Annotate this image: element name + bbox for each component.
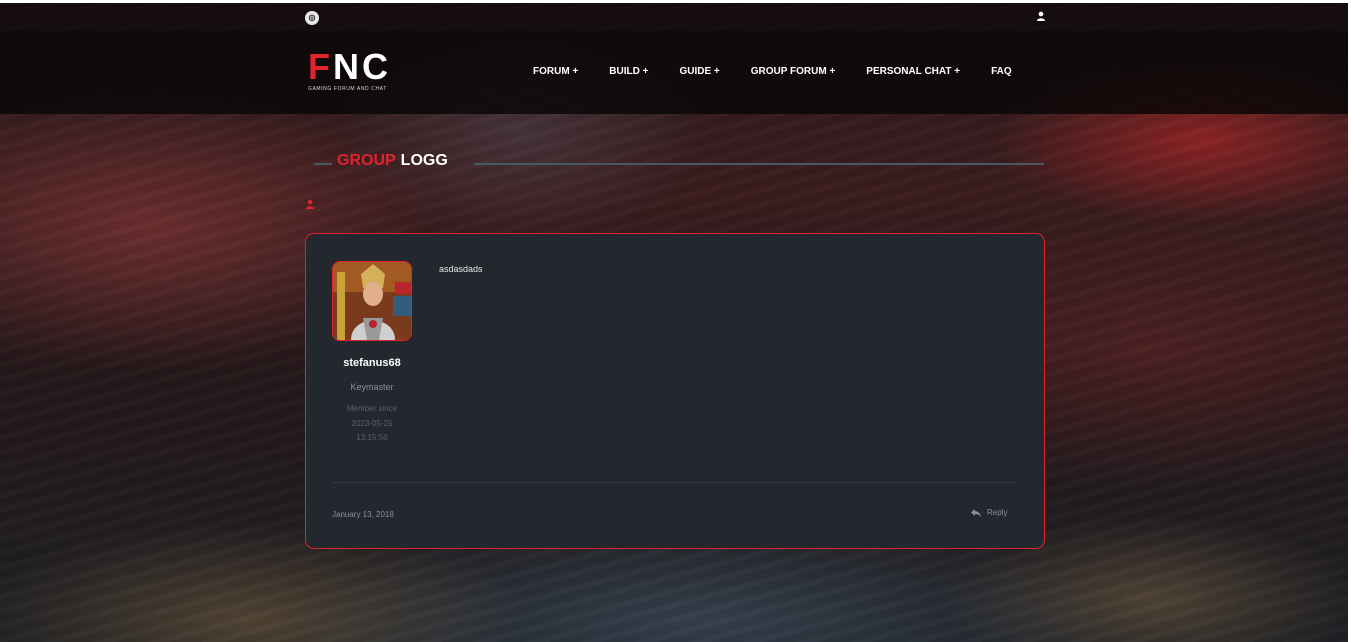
main-nav: FORUM + BUILD + GUIDE + GROUP FORUM + PE… (533, 66, 1012, 77)
page-title-accent: GROUP (337, 152, 396, 169)
post-divider (332, 482, 1016, 483)
site-header: FNC GAMING FORUM AND CHAT FORUM + BUILD … (0, 31, 1348, 114)
post-card: stefanus68 Keymaster Member since 2023-0… (305, 233, 1045, 549)
nav-forum[interactable]: FORUM + (533, 66, 578, 77)
instagram-icon[interactable]: ◎ (305, 11, 319, 25)
author-role: Keymaster (350, 382, 394, 392)
user-icon[interactable] (1036, 11, 1046, 21)
page-title-rest: LOGG (400, 152, 448, 169)
logo-letter-f: F (308, 46, 333, 87)
avatar-image (333, 262, 411, 340)
post-date: January 13, 2018 (332, 510, 394, 519)
nav-group-forum[interactable]: GROUP FORUM + (751, 66, 836, 77)
logo-letters-nc: NC (333, 46, 391, 87)
nav-personal-chat[interactable]: PERSONAL CHAT + (866, 66, 960, 77)
reply-icon (971, 508, 981, 517)
nav-guide[interactable]: GUIDE + (679, 66, 719, 77)
reply-button[interactable]: Reply (971, 508, 1007, 517)
member-since-date: 2023-05-25 (351, 419, 393, 428)
author-name[interactable]: stefanus68 (306, 357, 438, 369)
post-content: asdasdads (439, 264, 483, 274)
member-since-label: Member since (346, 404, 398, 413)
top-bar: ◎ (0, 3, 1348, 31)
title-divider (474, 163, 1044, 165)
title-divider-left (314, 163, 332, 165)
avatar[interactable] (332, 261, 412, 341)
reply-label: Reply (987, 508, 1008, 517)
nav-faq[interactable]: FAQ (991, 66, 1012, 77)
window-top-edge (0, 0, 1351, 3)
user-icon (306, 199, 314, 209)
nav-build[interactable]: BUILD + (609, 66, 648, 77)
site-logo[interactable]: FNC GAMING FORUM AND CHAT (308, 49, 391, 93)
logo-mark: FNC (308, 49, 391, 85)
member-since-time: 13:15:56 (356, 433, 388, 442)
logo-tagline: GAMING FORUM AND CHAT (308, 86, 387, 92)
page-title: GROUP LOGG (337, 152, 448, 170)
